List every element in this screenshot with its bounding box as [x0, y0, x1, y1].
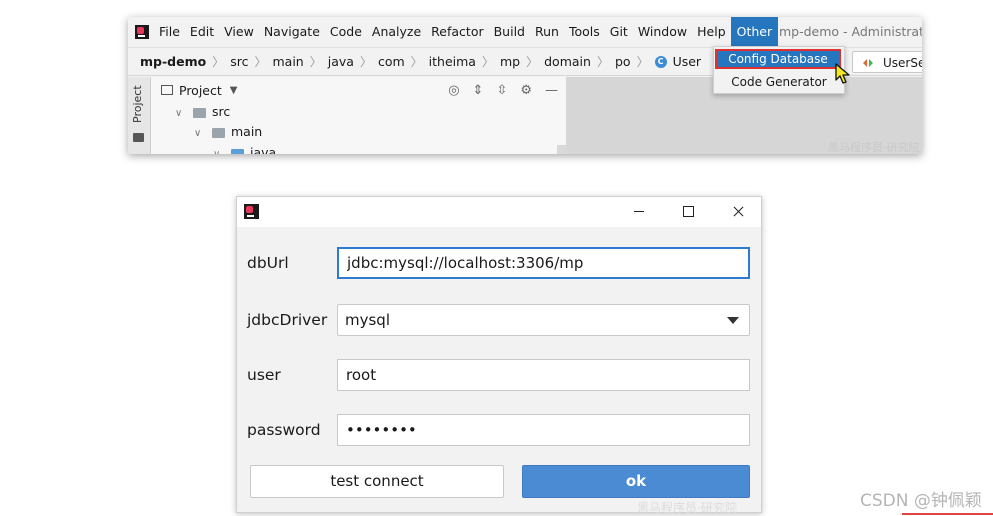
menu-git[interactable]: Git [605, 17, 633, 47]
menu-tools[interactable]: Tools [564, 17, 605, 47]
minimize-panel-icon[interactable]: — [545, 83, 558, 98]
jdbc-driver-value: mysql [345, 311, 390, 329]
window-title: mp-demo - Administrator [779, 24, 922, 39]
expand-all-icon[interactable]: ⇕ [473, 83, 484, 98]
menu-other[interactable]: Other [730, 17, 779, 47]
breadcrumb-item[interactable]: po [615, 54, 631, 69]
jdbc-driver-select[interactable]: mysql [337, 304, 750, 336]
close-icon[interactable] [715, 197, 761, 227]
tree-item-main[interactable]: ∨ main [194, 124, 262, 139]
tree-item-java[interactable]: ∨ java [213, 145, 276, 154]
password-label: password [247, 421, 321, 439]
menu-item-code-generator[interactable]: Code Generator [714, 72, 844, 92]
intellij-logo-icon [135, 25, 149, 39]
locate-icon[interactable]: ◎ [448, 83, 459, 98]
chevron-down-icon[interactable]: ▼ [230, 85, 238, 96]
menu-view[interactable]: View [219, 17, 259, 47]
menu-run[interactable]: Run [530, 17, 564, 47]
gear-icon[interactable]: ⚙ [520, 83, 532, 98]
scrollbar[interactable] [557, 145, 566, 154]
password-input[interactable] [337, 414, 750, 446]
folder-icon [193, 107, 206, 118]
intellij-logo-icon [244, 204, 259, 219]
breadcrumb-separator-icon: 〉 [410, 55, 423, 69]
mouse-pointer-icon [835, 63, 850, 84]
breadcrumb-separator-icon: 〉 [359, 55, 372, 69]
menu-code[interactable]: Code [325, 17, 367, 47]
source-folder-icon [231, 148, 244, 154]
dialog-titlebar [237, 197, 761, 227]
breadcrumb-separator-icon: 〉 [526, 55, 539, 69]
dburl-input[interactable] [337, 247, 750, 279]
editor-tab[interactable]: UserSer [852, 51, 922, 73]
java-file-icon [863, 59, 873, 67]
project-view-icon [161, 85, 173, 95]
menu-file[interactable]: File [154, 17, 185, 47]
menu-bar: File Edit View Navigate Code Analyze Ref… [128, 17, 922, 47]
maximize-icon[interactable] [665, 197, 711, 227]
menu-help[interactable]: Help [692, 17, 731, 47]
breadcrumb-separator-icon: 〉 [309, 55, 322, 69]
breadcrumb-item[interactable]: domain [544, 54, 591, 69]
other-menu-dropdown: Config Database Code Generator [713, 46, 845, 94]
breadcrumb-separator-icon: 〉 [254, 55, 267, 69]
project-panel: Project ▼ ◎ ⇕ ⇳ ⚙ — ∨ src ∨ main ∨ java [151, 77, 566, 154]
tool-window-strip: Project [128, 77, 151, 154]
breadcrumb-item-current[interactable]: User [673, 54, 702, 69]
menu-window[interactable]: Window [633, 17, 692, 47]
tree-item-label: src [212, 104, 231, 119]
java-class-icon: C [654, 55, 667, 68]
test-connect-button[interactable]: test connect [250, 465, 504, 498]
collapse-all-icon[interactable]: ⇳ [496, 83, 507, 98]
menu-item-config-database[interactable]: Config Database [715, 49, 841, 69]
breadcrumb-item[interactable]: itheima [429, 54, 476, 69]
config-database-dialog: dbUrl jdbcDriver mysql user password tes… [236, 196, 762, 515]
editor-tab-label: UserSer [883, 56, 922, 70]
user-input[interactable] [337, 359, 750, 391]
breadcrumb-item[interactable]: src [230, 54, 248, 69]
breadcrumb-item[interactable]: mp-demo [140, 54, 206, 69]
tree-item-src[interactable]: ∨ src [175, 104, 230, 119]
folder-icon [133, 133, 144, 142]
csdn-watermark: CSDN @钟佩颖 [860, 491, 982, 511]
project-panel-toolbar: ◎ ⇕ ⇳ ⚙ — [448, 77, 558, 103]
chevron-down-icon[interactable]: ∨ [213, 149, 225, 154]
menu-navigate[interactable]: Navigate [259, 17, 325, 47]
menu-refactor[interactable]: Refactor [426, 17, 488, 47]
breadcrumb-item[interactable]: main [272, 54, 303, 69]
user-label: user [247, 366, 281, 384]
tree-item-label: java [250, 145, 277, 154]
breadcrumb-item[interactable]: mp [500, 54, 520, 69]
tree-item-label: main [231, 124, 263, 139]
dburl-label: dbUrl [247, 254, 289, 272]
breadcrumb-item[interactable]: java [328, 54, 354, 69]
menu-analyze[interactable]: Analyze [367, 17, 426, 47]
breadcrumb-separator-icon: 〉 [212, 55, 225, 69]
chevron-down-icon[interactable]: ∨ [194, 128, 206, 139]
menu-edit[interactable]: Edit [185, 17, 219, 47]
menu-build[interactable]: Build [489, 17, 530, 47]
menu-items: File Edit View Navigate Code Analyze Ref… [154, 17, 779, 47]
breadcrumb-separator-icon: 〉 [636, 55, 649, 69]
ide-window: File Edit View Navigate Code Analyze Ref… [128, 17, 922, 154]
breadcrumb-item[interactable]: com [378, 54, 405, 69]
project-panel-title[interactable]: Project [179, 83, 222, 98]
breadcrumb-separator-icon: 〉 [481, 55, 494, 69]
minimize-icon[interactable] [616, 197, 662, 227]
project-tool-window-tab[interactable]: Project [131, 85, 144, 123]
breadcrumb-separator-icon: 〉 [596, 55, 609, 69]
jdbc-driver-label: jdbcDriver [247, 311, 328, 329]
chevron-down-icon[interactable] [727, 317, 739, 324]
watermark: 黑马程序员·研究院 [637, 501, 737, 515]
chevron-down-icon[interactable]: ∨ [175, 108, 187, 119]
folder-icon [212, 127, 225, 138]
watermark: 黑马程序员·研究院 [828, 141, 920, 154]
ok-button[interactable]: ok [522, 465, 750, 498]
